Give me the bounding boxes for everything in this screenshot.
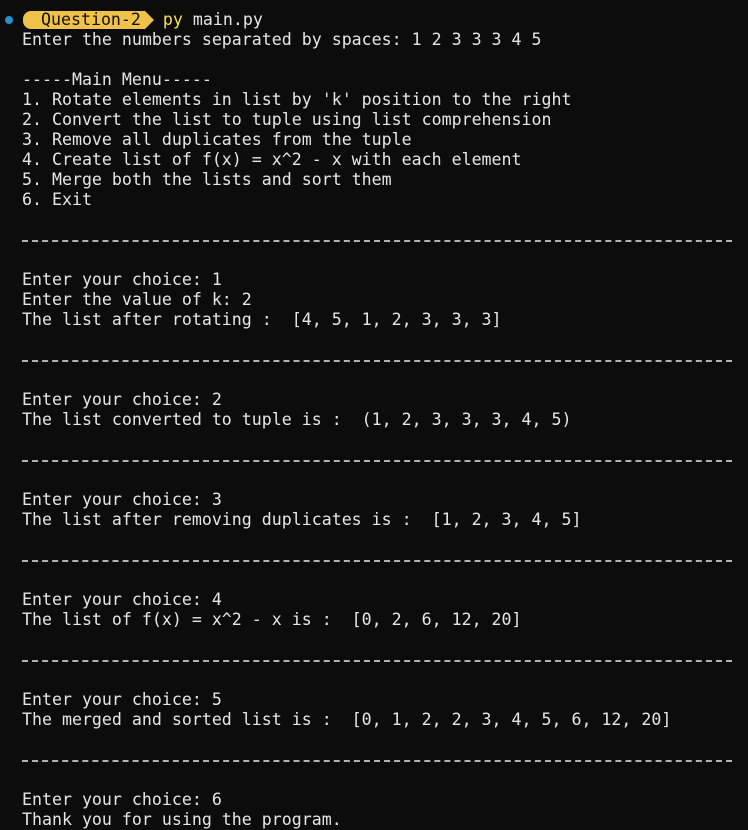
output-line: Thank you for using the program.	[22, 810, 342, 829]
menu-item: 3. Remove all duplicates from the tuple	[22, 130, 412, 149]
output-line: Enter the value of k: 2	[22, 290, 252, 309]
command-argument: main.py	[192, 10, 263, 29]
command-name: py	[162, 10, 183, 29]
output-line: The list converted to tuple is : (1, 2, …	[22, 410, 572, 429]
status-dot-icon	[5, 16, 13, 24]
menu-item: 1. Rotate elements in list by 'k' positi…	[22, 90, 572, 109]
shell-prompt: Question-2 py main.py	[0, 10, 748, 30]
separator-rule	[0, 350, 748, 370]
output-line: Enter your choice: 6	[22, 790, 222, 809]
separator-rule	[0, 550, 748, 570]
menu-item: 2. Convert the list to tuple using list …	[22, 110, 552, 129]
output-line: The list after rotating : [4, 5, 1, 2, 3…	[22, 310, 502, 329]
menu-item: 5. Merge both the lists and sort them	[22, 170, 392, 189]
output-line: Enter your choice: 5	[22, 690, 222, 709]
menu-item: 4. Create list of f(x) = x^2 - x with ea…	[22, 150, 522, 169]
menu-title: -----Main Menu-----	[22, 70, 212, 89]
output-line: Enter the numbers separated by spaces: 1…	[22, 30, 542, 49]
separator-rule	[0, 450, 748, 470]
output-line: Enter your choice: 4	[22, 590, 222, 609]
output-line: The list after removing duplicates is : …	[22, 510, 582, 529]
output-line: Enter your choice: 2	[22, 390, 222, 409]
menu-item: 6. Exit	[22, 190, 92, 209]
output-line: The merged and sorted list is : [0, 1, 2…	[22, 710, 672, 729]
terminal-window[interactable]: Question-2 py main.py Enter the numbers …	[0, 0, 748, 830]
prompt-segment: Question-2	[23, 11, 154, 29]
output-line: Enter your choice: 1	[22, 270, 222, 289]
separator-rule	[0, 230, 748, 250]
separator-rule	[0, 750, 748, 770]
output-line: Enter your choice: 3	[22, 490, 222, 509]
separator-rule	[0, 650, 748, 670]
output-line: The list of f(x) = x^2 - x is : [0, 2, 6…	[22, 610, 522, 629]
